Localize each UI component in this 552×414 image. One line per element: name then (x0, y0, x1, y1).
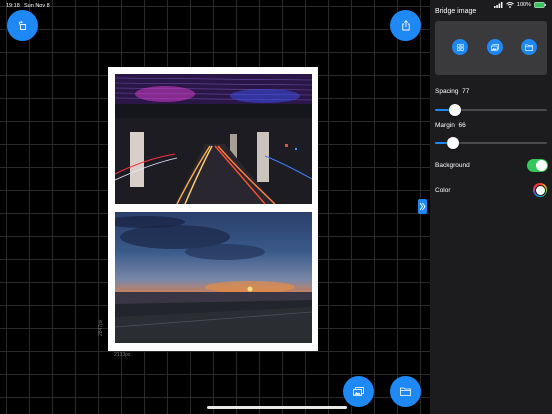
color-label: Color (435, 187, 451, 194)
canvas-height-label: 2847px (98, 319, 104, 336)
sunset-coast-image (115, 216, 312, 343)
photo-sunset-coast[interactable] (115, 212, 312, 343)
battery-icon (534, 2, 546, 8)
settings-panel: 100% Bridge image Spacing 77 Margin 66 B… (430, 0, 552, 414)
margin-slider[interactable] (435, 137, 547, 149)
files-button[interactable] (521, 39, 537, 55)
background-label: Background (435, 162, 470, 169)
canvas-width-label: 2133px (114, 352, 131, 358)
photo-icon (491, 43, 499, 51)
spacing-slider[interactable] (435, 104, 547, 116)
margin-row: Margin 66 (435, 122, 466, 129)
photo-night-highway[interactable] (115, 74, 312, 204)
bridged-image-preview[interactable] (108, 67, 318, 351)
color-picker-button[interactable] (533, 183, 547, 197)
rotate-button[interactable] (7, 10, 38, 41)
source-buttons-card (435, 21, 547, 75)
grid-icon (456, 43, 464, 51)
color-swatch (534, 184, 546, 196)
add-photo-button[interactable] (343, 376, 374, 407)
share-icon (401, 20, 410, 31)
wifi-icon (506, 2, 514, 8)
grid-layout-button[interactable] (452, 39, 468, 55)
cellular-signal-icon (493, 2, 503, 8)
collapse-panel-button[interactable] (418, 199, 427, 214)
margin-label: Margin (435, 122, 455, 129)
folder-icon (400, 387, 411, 396)
background-toggle-knob (536, 160, 547, 171)
status-icons: 100% (493, 2, 546, 8)
margin-slider-thumb[interactable] (446, 137, 459, 149)
margin-value: 66 (458, 122, 466, 129)
status-time: 19:18 (6, 3, 20, 9)
background-toggle[interactable] (527, 159, 548, 172)
home-indicator (207, 406, 347, 409)
night-highway-image (115, 74, 312, 204)
collapse-panel-icon (419, 202, 426, 211)
share-button[interactable] (390, 10, 421, 41)
panel-title: Bridge image (435, 8, 477, 15)
battery-percent: 100% (516, 2, 531, 8)
spacing-value: 77 (462, 88, 470, 95)
open-folder-button[interactable] (390, 376, 421, 407)
status-date: Sun Nov 8 (24, 3, 50, 9)
spacing-label: Spacing (435, 88, 459, 95)
spacing-slider-thumb[interactable] (449, 104, 462, 116)
photo-icon (353, 387, 364, 396)
photo-library-button[interactable] (487, 39, 503, 55)
folder-icon (525, 44, 533, 51)
canvas-area[interactable]: 19:18 Sun Nov 8 2133px 2847px (0, 0, 430, 414)
spacing-row: Spacing 77 (435, 88, 469, 95)
rotate-icon (18, 20, 26, 30)
